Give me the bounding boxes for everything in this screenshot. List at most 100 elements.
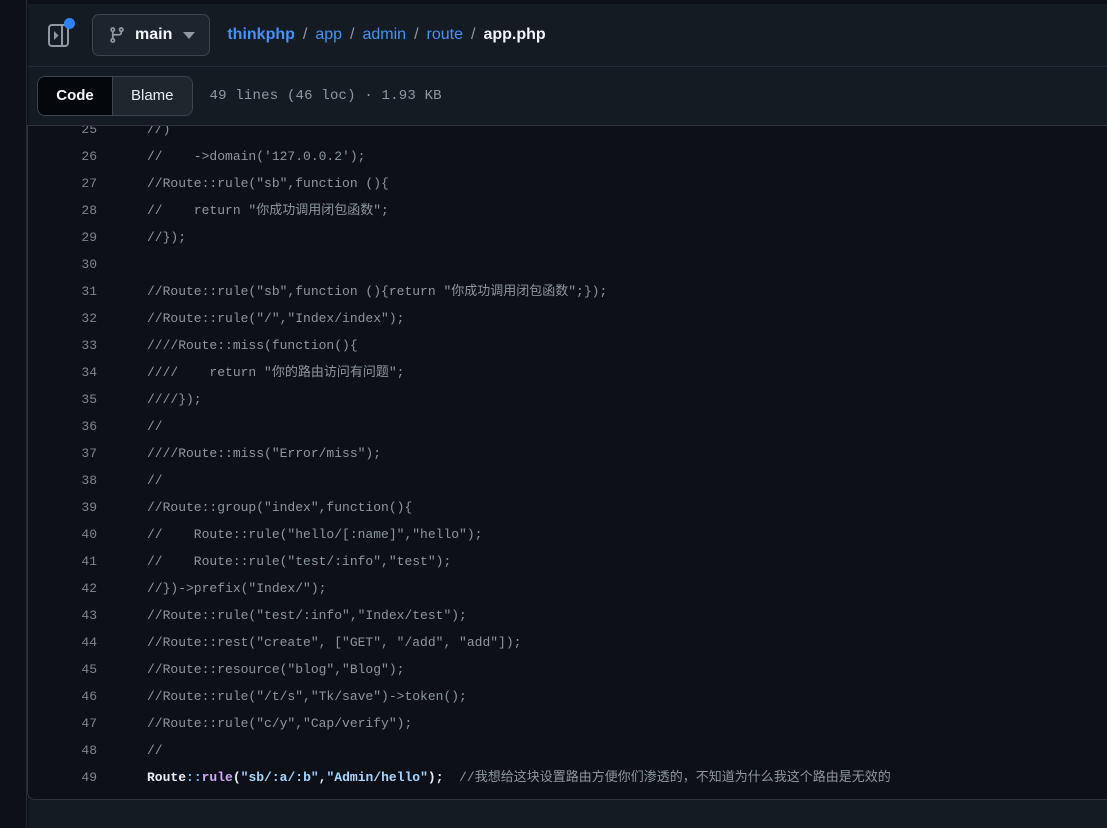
code-line-content: //Route::rule("/t/s","Tk/save")->token()… bbox=[97, 683, 467, 710]
code-line-content: //Route::rule("test/:info","Index/test")… bbox=[97, 602, 467, 629]
branch-selector-button[interactable]: main bbox=[92, 14, 210, 56]
code-line-content: // bbox=[97, 737, 163, 764]
notification-dot bbox=[64, 18, 75, 29]
code-line: 33////Route::miss(function(){ bbox=[28, 332, 1107, 359]
git-branch-icon bbox=[108, 26, 126, 44]
breadcrumb-dir-link-admin[interactable]: admin bbox=[363, 26, 407, 44]
code-line-content: //Route::group("index",function(){ bbox=[97, 494, 412, 521]
code-line-content: ////Route::miss(function(){ bbox=[97, 332, 358, 359]
line-number[interactable]: 27 bbox=[28, 170, 97, 197]
tab-code[interactable]: Code bbox=[38, 77, 113, 115]
code-line-content: //Route::rule("c/y","Cap/verify"); bbox=[97, 710, 412, 737]
line-number[interactable]: 26 bbox=[28, 143, 97, 170]
code-line-content: //})->prefix("Index/"); bbox=[97, 575, 326, 602]
code-line: 29//}); bbox=[28, 224, 1107, 251]
line-number[interactable]: 44 bbox=[28, 629, 97, 656]
line-number[interactable]: 40 bbox=[28, 521, 97, 548]
line-number[interactable]: 36 bbox=[28, 413, 97, 440]
code-line: 36// bbox=[28, 413, 1107, 440]
line-number[interactable]: 42 bbox=[28, 575, 97, 602]
line-number[interactable]: 46 bbox=[28, 683, 97, 710]
breadcrumb-dir-link-route[interactable]: route bbox=[427, 26, 463, 44]
code-line-content: //Route::rule("sb",function (){return "你… bbox=[97, 278, 607, 305]
line-number[interactable]: 33 bbox=[28, 332, 97, 359]
code-line-content: // bbox=[97, 467, 163, 494]
line-number[interactable]: 45 bbox=[28, 656, 97, 683]
code-line: 30 bbox=[28, 251, 1107, 278]
line-number[interactable]: 48 bbox=[28, 737, 97, 764]
code-line-content: ////Route::miss("Error/miss"); bbox=[97, 440, 381, 467]
code-line-content: // return "你成功调用闭包函数"; bbox=[97, 197, 389, 224]
code-line-content: //Route::rest("create", ["GET", "/add", … bbox=[97, 629, 521, 656]
file-tree-toggle-button[interactable] bbox=[42, 17, 76, 53]
file-stats: 49 lines (46 loc) · 1.93 KB bbox=[210, 88, 442, 104]
code-line-content: ////}); bbox=[97, 386, 202, 413]
file-header: main thinkphp / app / admin / route / ap… bbox=[28, 4, 1107, 67]
code-line: 44//Route::rest("create", ["GET", "/add"… bbox=[28, 629, 1107, 656]
code-line: 26// ->domain('127.0.0.2'); bbox=[28, 143, 1107, 170]
code-line-content: //Route::resource("blog","Blog"); bbox=[97, 656, 404, 683]
line-number[interactable]: 49 bbox=[28, 764, 97, 791]
code-line-content bbox=[97, 251, 147, 278]
line-number[interactable]: 38 bbox=[28, 467, 97, 494]
line-number[interactable]: 31 bbox=[28, 278, 97, 305]
code-line-content: // bbox=[97, 413, 163, 440]
line-number[interactable]: 37 bbox=[28, 440, 97, 467]
breadcrumb-separator: / bbox=[295, 26, 315, 44]
code-line: 35////}); bbox=[28, 386, 1107, 413]
line-number[interactable]: 29 bbox=[28, 224, 97, 251]
code-line-content: //Route::rule("/","Index/index"); bbox=[97, 305, 404, 332]
breadcrumb: thinkphp / app / admin / route / app.php bbox=[227, 26, 545, 44]
code-line-content: //) bbox=[97, 125, 170, 143]
breadcrumb-separator: / bbox=[342, 26, 362, 44]
code-line: 40// Route::rule("hello/[:name]","hello"… bbox=[28, 521, 1107, 548]
code-line: 41// Route::rule("test/:info","test"); bbox=[28, 548, 1107, 575]
breadcrumb-separator: / bbox=[463, 26, 483, 44]
code-line: 34//// return "你的路由访问有问题"; bbox=[28, 359, 1107, 386]
code-line: 32//Route::rule("/","Index/index"); bbox=[28, 305, 1107, 332]
code-line: 31//Route::rule("sb",function (){return … bbox=[28, 278, 1107, 305]
code-line-content: // Route::rule("hello/[:name]","hello"); bbox=[97, 521, 482, 548]
code-line: 49Route::rule("sb/:a/:b","Admin/hello");… bbox=[28, 764, 1107, 791]
line-number[interactable]: 43 bbox=[28, 602, 97, 629]
code-line-content: //Route::rule("sb",function (){ bbox=[97, 170, 389, 197]
code-line: 45//Route::resource("blog","Blog"); bbox=[28, 656, 1107, 683]
code-line-content: //}); bbox=[97, 224, 186, 251]
chevron-down-icon bbox=[183, 32, 195, 39]
code-line: 42//})->prefix("Index/"); bbox=[28, 575, 1107, 602]
code-line: 27//Route::rule("sb",function (){ bbox=[28, 170, 1107, 197]
code-line: 47//Route::rule("c/y","Cap/verify"); bbox=[28, 710, 1107, 737]
code-lines: 25//)26// ->domain('127.0.0.2');27//Rout… bbox=[28, 125, 1107, 791]
code-line: 37////Route::miss("Error/miss"); bbox=[28, 440, 1107, 467]
line-number[interactable]: 28 bbox=[28, 197, 97, 224]
code-line: 28// return "你成功调用闭包函数"; bbox=[28, 197, 1107, 224]
code-line: 38// bbox=[28, 467, 1107, 494]
code-line-content: // Route::rule("test/:info","test"); bbox=[97, 548, 451, 575]
line-number[interactable]: 35 bbox=[28, 386, 97, 413]
code-line-content: //// return "你的路由访问有问题"; bbox=[97, 359, 404, 386]
file-toolbar: Code Blame 49 lines (46 loc) · 1.93 KB bbox=[28, 67, 1107, 124]
code-line: 39//Route::group("index",function(){ bbox=[28, 494, 1107, 521]
code-line: 48// bbox=[28, 737, 1107, 764]
code-container: 25//)26// ->domain('127.0.0.2');27//Rout… bbox=[27, 125, 1107, 800]
line-number[interactable]: 39 bbox=[28, 494, 97, 521]
line-number[interactable]: 30 bbox=[28, 251, 97, 278]
branch-name: main bbox=[135, 26, 172, 44]
left-rail bbox=[0, 0, 27, 828]
code-line: 43//Route::rule("test/:info","Index/test… bbox=[28, 602, 1107, 629]
line-number[interactable]: 41 bbox=[28, 548, 97, 575]
breadcrumb-repo-link[interactable]: thinkphp bbox=[227, 26, 295, 44]
tab-blame[interactable]: Blame bbox=[113, 77, 192, 115]
line-number[interactable]: 25 bbox=[28, 125, 97, 143]
breadcrumb-current-file: app.php bbox=[483, 26, 545, 44]
code-line: 46//Route::rule("/t/s","Tk/save")->token… bbox=[28, 683, 1107, 710]
code-line: 25//) bbox=[28, 125, 1107, 143]
line-number[interactable]: 47 bbox=[28, 710, 97, 737]
breadcrumb-dir-link-app[interactable]: app bbox=[315, 26, 342, 44]
code-line-content: Route::rule("sb/:a/:b","Admin/hello"); /… bbox=[97, 764, 891, 791]
breadcrumb-separator: / bbox=[406, 26, 426, 44]
line-number[interactable]: 32 bbox=[28, 305, 97, 332]
code-blame-segmented-control: Code Blame bbox=[37, 76, 193, 116]
line-number[interactable]: 34 bbox=[28, 359, 97, 386]
file-view-panel: main thinkphp / app / admin / route / ap… bbox=[28, 4, 1107, 828]
